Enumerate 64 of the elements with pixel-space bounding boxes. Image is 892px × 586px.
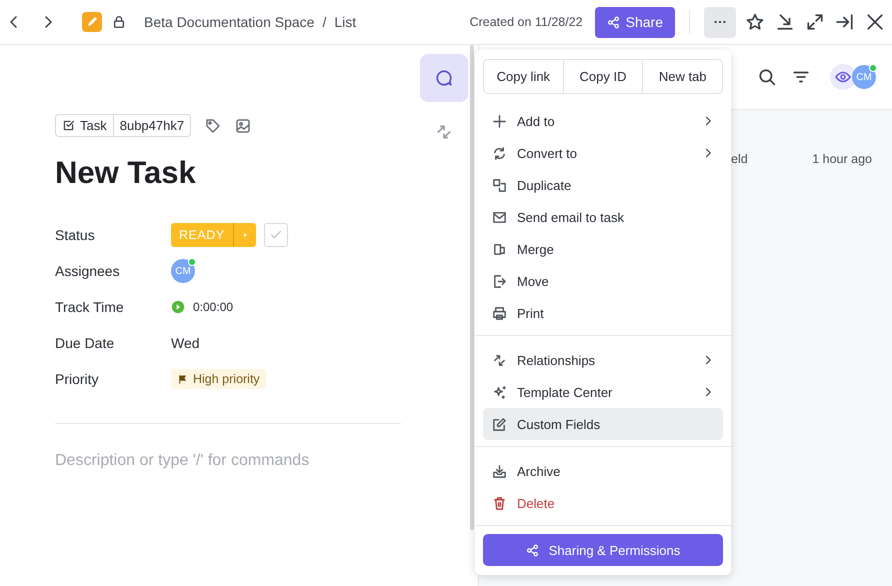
duplicate-icon xyxy=(492,178,507,192)
close-icon[interactable] xyxy=(866,13,884,31)
star-icon[interactable] xyxy=(746,13,764,31)
convert-icon xyxy=(492,146,507,160)
quick-action-button[interactable]: Copy ID xyxy=(562,60,642,93)
menu-item[interactable]: Delete xyxy=(483,487,723,519)
time-value: 0:00:00 xyxy=(193,300,234,314)
activity-text: eld xyxy=(731,152,748,166)
sparkle-icon xyxy=(492,384,507,400)
task-title: New Task xyxy=(55,155,197,191)
printer-icon xyxy=(492,306,507,320)
menu-item[interactable]: Move xyxy=(483,265,723,297)
share-icon xyxy=(526,544,539,556)
menu-item[interactable]: Relationships xyxy=(483,344,723,376)
menu-item[interactable]: Send email to task xyxy=(483,201,723,233)
image-icon[interactable] xyxy=(235,118,252,134)
pencil-icon xyxy=(82,12,102,32)
breadcrumb-link[interactable]: Beta Documentation Space xyxy=(144,14,314,30)
tag-icon[interactable] xyxy=(205,118,222,134)
menu-item[interactable]: Convert to xyxy=(483,137,723,169)
lock-icon xyxy=(112,15,126,29)
expand-icon[interactable] xyxy=(806,13,824,31)
share-button[interactable]: Share xyxy=(594,6,675,38)
field-label: Due Date xyxy=(55,335,116,351)
flag-icon xyxy=(177,374,188,384)
breadcrumb-separator: / xyxy=(322,14,326,30)
search-icon[interactable] xyxy=(758,68,776,86)
priority-tag[interactable]: High priority xyxy=(171,369,266,389)
field-label: Status xyxy=(55,227,96,243)
play-icon[interactable] xyxy=(171,300,185,314)
download-icon[interactable] xyxy=(776,13,794,31)
field-label: Track Time xyxy=(55,299,125,315)
comment-button[interactable] xyxy=(420,54,468,102)
checkbox-icon xyxy=(62,119,75,132)
activity-time: 1 hour ago xyxy=(812,152,872,166)
archive-icon xyxy=(492,464,507,478)
field-value[interactable]: Wed xyxy=(171,335,200,351)
menu-item[interactable]: Custom Fields xyxy=(483,408,723,440)
plus-icon xyxy=(492,114,507,128)
speech-bubble-icon xyxy=(435,69,453,87)
trash-icon xyxy=(492,496,507,510)
created-date: Created on 11/28/22 xyxy=(470,15,583,29)
menu-item[interactable]: Archive xyxy=(483,455,723,487)
task-type-tag[interactable]: Task 8ubp47hk7 xyxy=(55,114,192,137)
breadcrumb-link[interactable]: List xyxy=(334,14,356,30)
menu-item[interactable]: Print xyxy=(483,297,723,329)
envelope-icon xyxy=(492,210,507,224)
field-label: Assignees xyxy=(55,263,121,279)
menu-item[interactable]: Merge xyxy=(483,233,723,265)
eye-icon[interactable] xyxy=(830,64,856,90)
arrows-icon xyxy=(492,352,507,368)
menu-item[interactable]: Template Center xyxy=(483,376,723,408)
quick-action-button[interactable]: New tab xyxy=(642,60,722,93)
exit-icon xyxy=(492,274,507,288)
arrows-icon[interactable] xyxy=(435,123,453,141)
sharing-permissions-button[interactable]: Sharing & Permissions xyxy=(483,534,723,566)
collapse-right-icon[interactable] xyxy=(836,13,854,31)
field-label: Priority xyxy=(55,371,100,387)
quick-action-button[interactable]: Copy link xyxy=(484,60,563,93)
share-icon xyxy=(606,16,620,28)
menu-item[interactable]: Add to xyxy=(483,105,723,137)
edit-icon xyxy=(492,416,507,432)
menu-item[interactable]: Duplicate xyxy=(483,169,723,201)
merge-icon xyxy=(492,242,507,256)
